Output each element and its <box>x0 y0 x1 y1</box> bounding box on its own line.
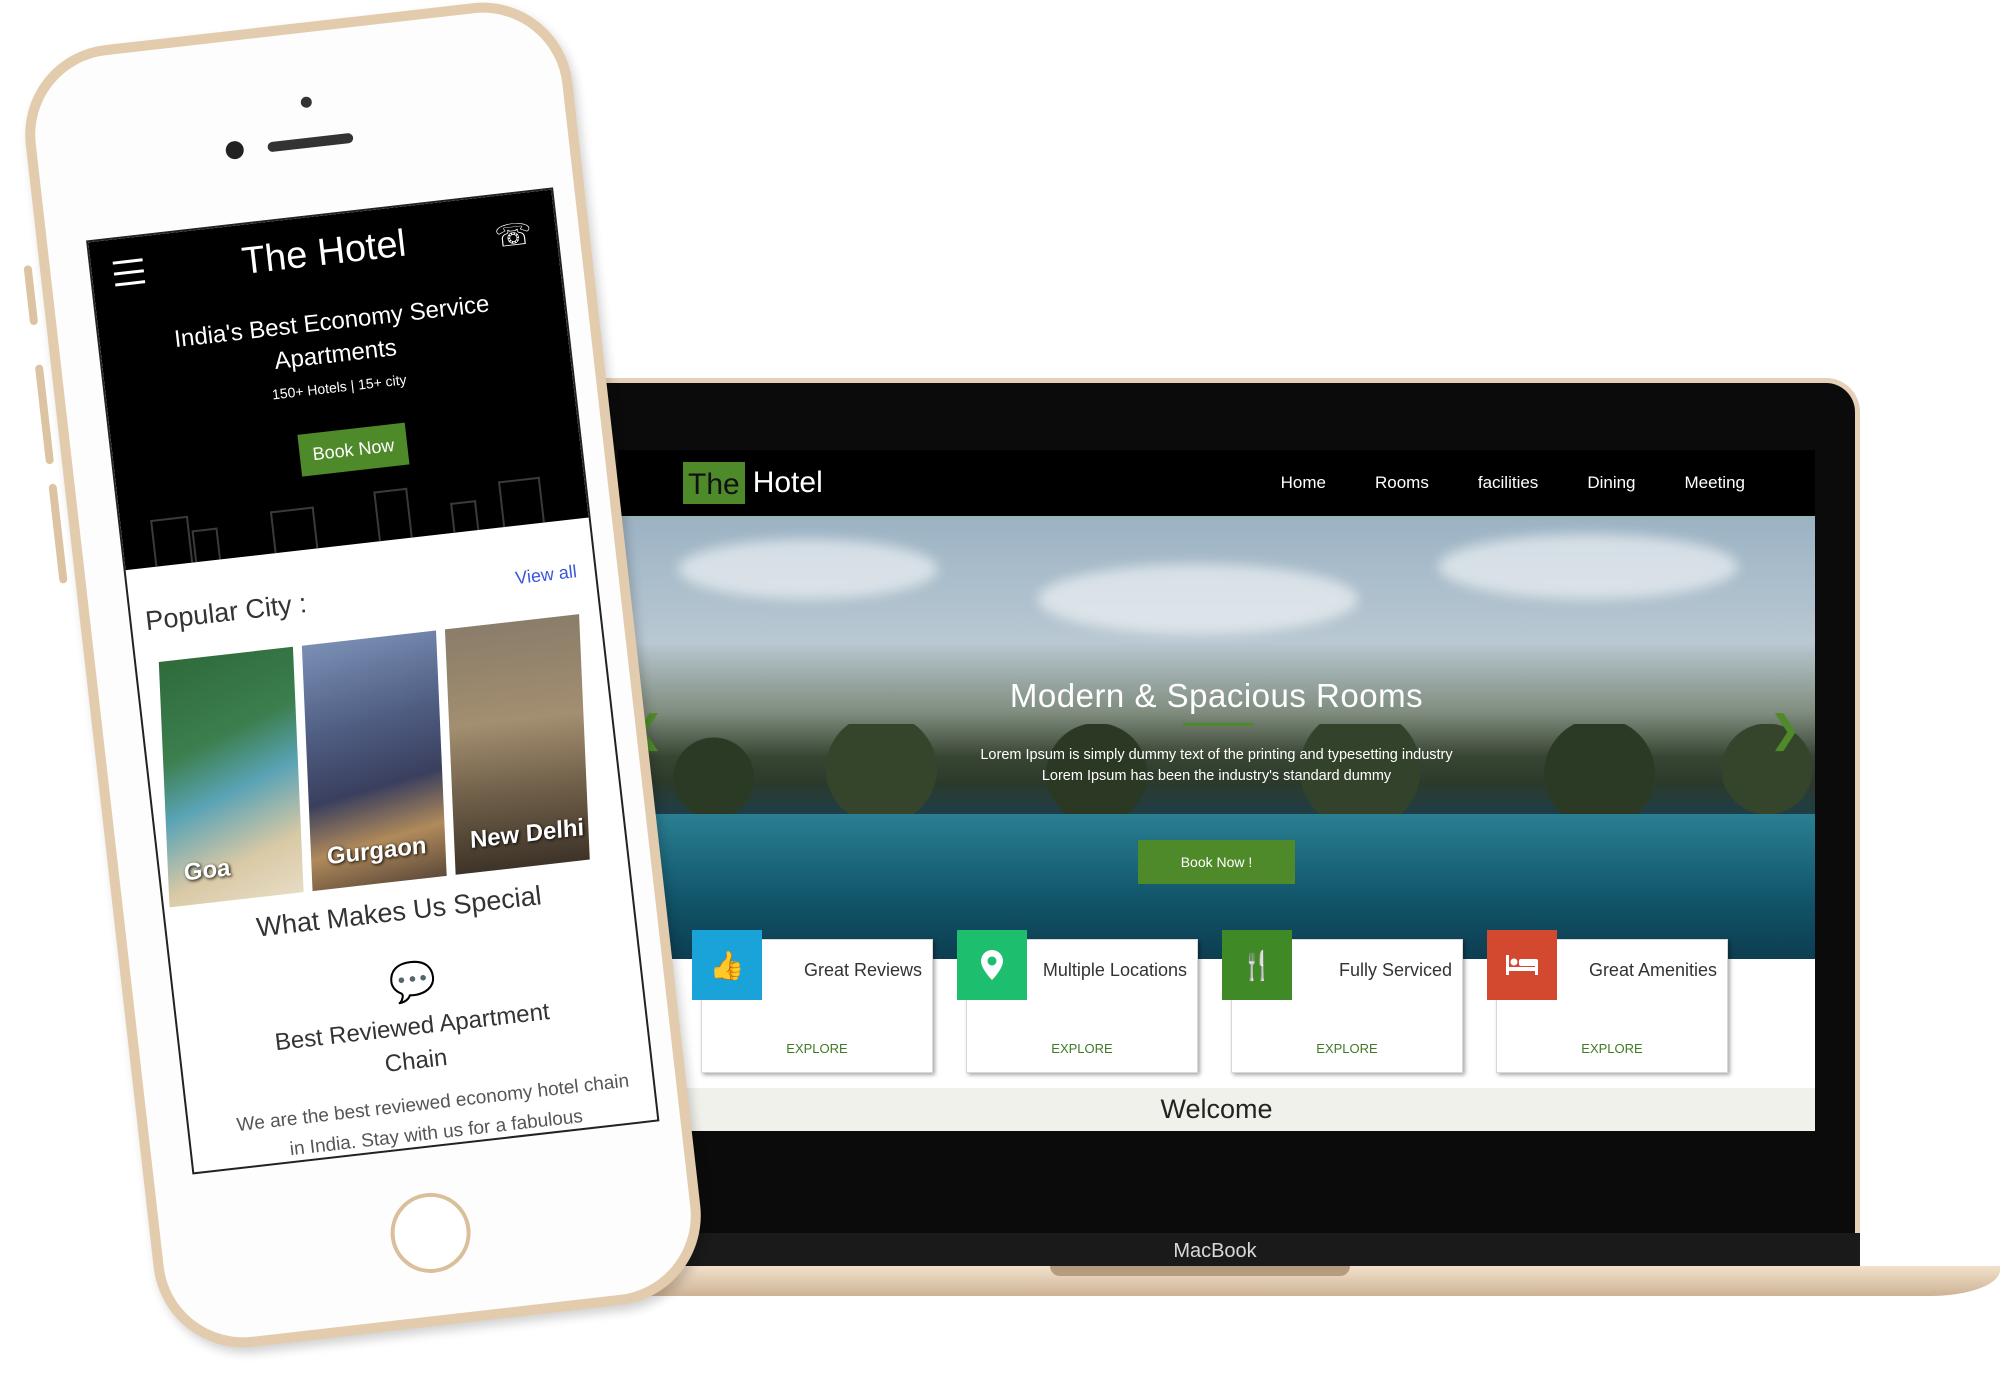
utensils-icon: 🍴 <box>1222 930 1292 1000</box>
mobile-book-now-button[interactable]: Book Now <box>297 422 410 477</box>
mobile-header: The Hotel ☏ India's Best Economy Service… <box>88 189 589 571</box>
city-card-gurgaon[interactable]: Gurgaon <box>301 630 447 892</box>
city-label: New Delhi <box>469 813 585 854</box>
nav-link-meeting[interactable]: Meeting <box>1685 473 1745 493</box>
bed-icon <box>1487 930 1557 1000</box>
phone-sensor <box>300 96 313 109</box>
laptop-mockup: The Hotel Home Rooms facilities Dining M… <box>560 378 2000 1298</box>
book-now-button[interactable]: Book Now ! <box>1138 840 1295 884</box>
phone-mockup: The Hotel ☏ India's Best Economy Service… <box>15 0 711 1357</box>
feature-card-title: Great Amenities <box>1588 960 1717 980</box>
site-navbar: The Hotel Home Rooms facilities Dining M… <box>618 450 1815 519</box>
city-label: Gurgaon <box>326 831 427 871</box>
welcome-heading: Welcome <box>618 1088 1815 1131</box>
feature-card-title: Great Reviews <box>803 960 922 980</box>
nav-link-facilities[interactable]: facilities <box>1478 473 1538 493</box>
hero-subtitle-line: Lorem Ipsum is simply dummy text of the … <box>980 747 1453 763</box>
feature-card-serviced[interactable]: 🍴 Fully Serviced EXPLORE <box>1222 930 1463 1073</box>
phone-camera <box>224 140 245 161</box>
phone-speaker <box>267 132 354 153</box>
hero-cloud <box>678 539 938 599</box>
hero-title-underline <box>1183 723 1253 726</box>
thumbs-up-icon: 👍 <box>692 930 762 1000</box>
hero-subtitle-line: Lorem Ipsum has been the industry's stan… <box>1041 768 1392 784</box>
feature-card-title: Multiple Locations <box>1042 960 1187 980</box>
site-logo[interactable]: The Hotel <box>683 460 823 506</box>
city-card-goa[interactable]: Goa <box>158 646 304 908</box>
feature-card-amenities[interactable]: Great Amenities EXPLORE <box>1487 930 1728 1073</box>
feature-card-title: Fully Serviced <box>1338 960 1452 980</box>
explore-link[interactable]: EXPLORE <box>1232 1041 1462 1056</box>
hero-carousel: Modern & Spacious Rooms Lorem Ipsum is s… <box>618 519 1815 959</box>
feature-card-reviews[interactable]: 👍 Great Reviews EXPLORE <box>692 930 933 1073</box>
nav-link-rooms[interactable]: Rooms <box>1375 473 1429 493</box>
popular-city-heading: Popular City : <box>143 588 309 637</box>
city-label: Goa <box>183 854 231 887</box>
laptop-screen: The Hotel Home Rooms facilities Dining M… <box>618 450 1815 1131</box>
phone-screen: The Hotel ☏ India's Best Economy Service… <box>86 187 660 1175</box>
explore-link[interactable]: EXPLORE <box>967 1041 1197 1056</box>
hero-pool <box>618 814 1815 959</box>
explore-link[interactable]: EXPLORE <box>1497 1041 1727 1056</box>
hero-subtitle: Lorem Ipsum is simply dummy text of the … <box>618 745 1815 787</box>
chat-bubbles-icon: 💬 <box>386 958 439 1006</box>
phone-home-button[interactable] <box>386 1188 475 1278</box>
hero-cloud <box>1438 534 1738 599</box>
view-all-link[interactable]: View all <box>514 561 578 589</box>
telephone-icon[interactable]: ☏ <box>493 216 534 255</box>
map-pin-icon <box>957 930 1027 1000</box>
feature-card-locations[interactable]: Multiple Locations EXPLORE <box>957 930 1198 1073</box>
laptop-notch <box>1050 1266 1350 1276</box>
nav-links: Home Rooms facilities Dining Meeting <box>1281 450 1745 516</box>
hero-cloud <box>1038 564 1358 634</box>
city-card-new-delhi[interactable]: New Delhi <box>444 614 590 875</box>
laptop-brand-label: MacBook <box>570 1233 1860 1269</box>
laptop-lid: The Hotel Home Rooms facilities Dining M… <box>570 378 1860 1258</box>
skyline-illustration <box>119 463 588 570</box>
nav-link-home[interactable]: Home <box>1281 473 1326 493</box>
logo-the: The <box>683 462 745 504</box>
hero-title: Modern & Spacious Rooms <box>1009 677 1424 714</box>
nav-link-dining[interactable]: Dining <box>1587 473 1635 493</box>
phone-volume-up <box>34 364 55 465</box>
phone-mute-switch <box>23 264 39 326</box>
phone-body: The Hotel ☏ India's Best Economy Service… <box>15 0 711 1357</box>
chevron-right-icon[interactable]: ❯ <box>1769 707 1801 752</box>
explore-link[interactable]: EXPLORE <box>702 1041 932 1056</box>
logo-hotel: Hotel <box>752 466 823 499</box>
phone-volume-down <box>48 483 68 584</box>
